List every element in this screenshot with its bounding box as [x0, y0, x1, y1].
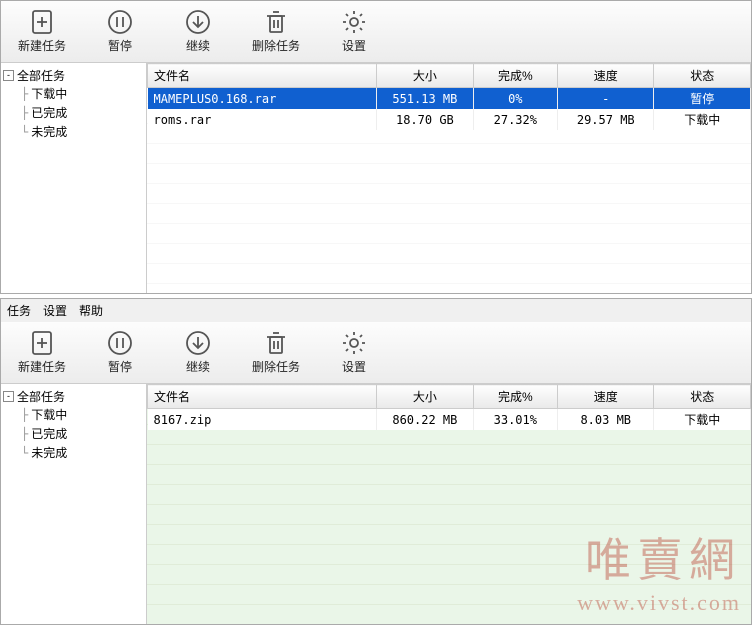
- cell-filename: MAMEPLUS0.168.rar: [148, 88, 377, 110]
- gear-icon: [341, 330, 367, 356]
- download-icon: [185, 9, 211, 35]
- col-status[interactable]: 状态: [654, 385, 751, 409]
- menu-task[interactable]: 任务: [7, 302, 31, 319]
- pause-icon: [107, 330, 133, 356]
- resume-label: 继续: [186, 37, 210, 54]
- col-filename[interactable]: 文件名: [148, 385, 377, 409]
- new-task-label: 新建任务: [18, 37, 66, 54]
- col-filename[interactable]: 文件名: [148, 64, 377, 88]
- menu-help[interactable]: 帮助: [79, 302, 103, 319]
- settings-button[interactable]: 设置: [315, 5, 393, 58]
- trash-icon: [263, 9, 289, 35]
- menubar: 任务 设置 帮助: [1, 299, 751, 322]
- tree-root-all[interactable]: - 全部任务: [3, 388, 144, 405]
- tree-item-downloading[interactable]: ├下载中: [21, 84, 144, 103]
- task-list: 文件名 大小 完成% 速度 状态 8167.zip860.22 MB33.01%…: [147, 384, 751, 624]
- col-size[interactable]: 大小: [377, 64, 473, 88]
- cell-speed: -: [558, 88, 654, 110]
- cell-size: 860.22 MB: [377, 409, 473, 431]
- table-row[interactable]: roms.rar18.70 GB27.32%29.57 MB下载中: [148, 109, 751, 130]
- pause-label: 暂停: [108, 37, 132, 54]
- cell-percent: 0%: [473, 88, 557, 110]
- tree-item-incomplete[interactable]: └未完成: [21, 443, 144, 462]
- col-status[interactable]: 状态: [654, 64, 751, 88]
- cell-speed: 29.57 MB: [558, 109, 654, 130]
- delete-button[interactable]: 删除任务: [237, 326, 315, 379]
- watermark-url: www.vivst.com: [577, 590, 741, 616]
- cell-status: 暂停: [654, 88, 751, 110]
- cell-percent: 27.32%: [473, 109, 557, 130]
- tree-item-completed[interactable]: ├已完成: [21, 103, 144, 122]
- settings-label: 设置: [342, 37, 366, 54]
- col-percent[interactable]: 完成%: [473, 64, 557, 88]
- cell-speed: 8.03 MB: [558, 409, 654, 431]
- plus-file-icon: [29, 330, 55, 356]
- menu-settings[interactable]: 设置: [43, 302, 67, 319]
- task-list: 文件名 大小 完成% 速度 状态 MAMEPLUS0.168.rar551.13…: [147, 63, 751, 293]
- cell-status: 下载中: [654, 409, 751, 431]
- cell-size: 551.13 MB: [377, 88, 473, 110]
- plus-file-icon: [29, 9, 55, 35]
- tree-root-label: 全部任务: [17, 67, 65, 84]
- cell-percent: 33.01%: [473, 409, 557, 431]
- download-icon: [185, 330, 211, 356]
- toolbar: 新建任务 暂停 继续 删除任务 设置: [1, 1, 751, 63]
- resume-button[interactable]: 继续: [159, 326, 237, 379]
- table-row[interactable]: MAMEPLUS0.168.rar551.13 MB0%-暂停: [148, 88, 751, 110]
- table-header-row: 文件名 大小 完成% 速度 状态: [148, 385, 751, 409]
- watermark-text: 唯賣網: [577, 524, 741, 590]
- delete-button[interactable]: 删除任务: [237, 5, 315, 58]
- pause-icon: [107, 9, 133, 35]
- resume-button[interactable]: 继续: [159, 5, 237, 58]
- table-header-row: 文件名 大小 完成% 速度 状态: [148, 64, 751, 88]
- toolbar: 新建任务 暂停 继续 删除任务 设置: [1, 322, 751, 384]
- cell-status: 下载中: [654, 109, 751, 130]
- cell-filename: roms.rar: [148, 109, 377, 130]
- tree-root-all[interactable]: - 全部任务: [3, 67, 144, 84]
- new-task-button[interactable]: 新建任务: [3, 326, 81, 379]
- settings-button[interactable]: 设置: [315, 326, 393, 379]
- download-window-1: 新建任务 暂停 继续 删除任务 设置 - 全部任务 ├下载中 ├已完成: [0, 0, 752, 294]
- tree-collapse-icon[interactable]: -: [3, 391, 14, 402]
- tree-item-downloading[interactable]: ├下载中: [21, 405, 144, 424]
- col-size[interactable]: 大小: [377, 385, 473, 409]
- tree-collapse-icon[interactable]: -: [3, 70, 14, 81]
- table-row[interactable]: 8167.zip860.22 MB33.01%8.03 MB下载中: [148, 409, 751, 431]
- col-speed[interactable]: 速度: [558, 64, 654, 88]
- new-task-button[interactable]: 新建任务: [3, 5, 81, 58]
- tree-item-completed[interactable]: ├已完成: [21, 424, 144, 443]
- download-window-2: 任务 设置 帮助 新建任务 暂停 继续 删除任务 设置 - 全部任务: [0, 298, 752, 625]
- sidebar: - 全部任务 ├下载中 ├已完成 └未完成: [1, 63, 147, 293]
- gear-icon: [341, 9, 367, 35]
- col-percent[interactable]: 完成%: [473, 385, 557, 409]
- cell-size: 18.70 GB: [377, 109, 473, 130]
- trash-icon: [263, 330, 289, 356]
- pause-button[interactable]: 暂停: [81, 5, 159, 58]
- cell-filename: 8167.zip: [148, 409, 377, 431]
- sidebar: - 全部任务 ├下载中 ├已完成 └未完成: [1, 384, 147, 624]
- col-speed[interactable]: 速度: [558, 385, 654, 409]
- tree-item-incomplete[interactable]: └未完成: [21, 122, 144, 141]
- delete-label: 删除任务: [252, 37, 300, 54]
- pause-button[interactable]: 暂停: [81, 326, 159, 379]
- watermark: 唯賣網 www.vivst.com: [577, 524, 741, 616]
